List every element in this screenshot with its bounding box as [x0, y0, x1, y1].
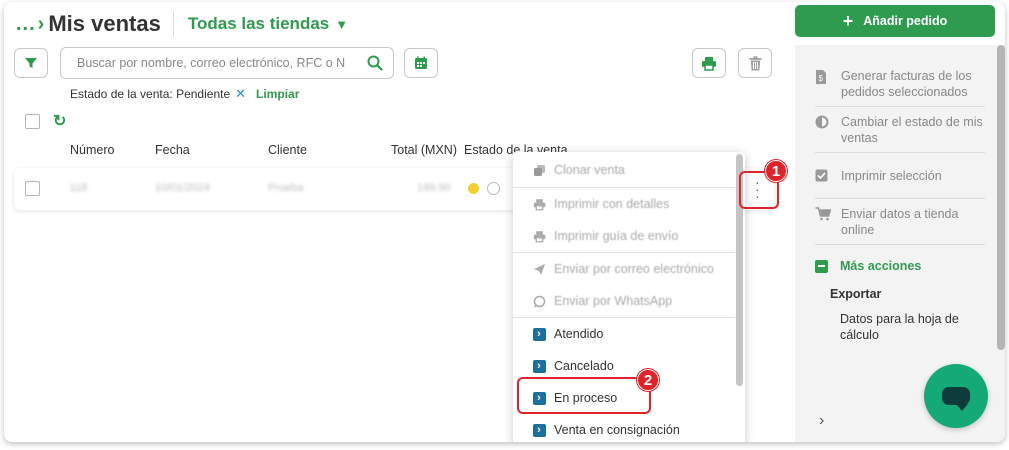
- sidebar-item-generate-invoices[interactable]: $ Generar facturas de los pedidos selecc…: [815, 68, 985, 100]
- sidebar-item-print-selection[interactable]: Imprimir selección: [815, 168, 985, 186]
- page-header: ... › Mis ventas Todas las tiendas ▼: [16, 10, 348, 38]
- menu-item-clone[interactable]: Clonar venta: [513, 154, 735, 186]
- column-header-cliente[interactable]: Cliente: [268, 143, 307, 157]
- search-box[interactable]: [60, 47, 394, 79]
- more-actions-toggle[interactable]: Más acciones: [815, 259, 921, 273]
- filter-icon: [25, 58, 37, 68]
- menu-item-print-details[interactable]: Imprimir con detalles: [513, 188, 735, 220]
- header-divider: [172, 11, 174, 37]
- invoice-icon: $: [815, 68, 831, 100]
- active-filter-label: Estado de la venta: Pendiente: [70, 87, 231, 101]
- column-header-numero[interactable]: Número: [70, 143, 114, 157]
- chevron-right-icon: ›: [532, 423, 546, 437]
- menu-item-send-whatsapp[interactable]: Enviar por WhatsApp: [513, 285, 735, 317]
- send-icon: [532, 262, 546, 276]
- sidebar-divider: [815, 244, 985, 245]
- caret-down-icon[interactable]: ▼: [335, 17, 348, 32]
- chevron-right-icon: ›: [532, 359, 546, 373]
- calendar-icon: [415, 56, 427, 69]
- remove-filter-icon[interactable]: ✕: [235, 86, 246, 102]
- clear-filters-link[interactable]: Limpiar: [256, 87, 299, 101]
- cart-icon: [815, 206, 832, 238]
- refresh-icon[interactable]: ↻: [53, 111, 66, 131]
- active-filter-bar: Estado de la venta: Pendiente ✕ Limpiar: [70, 86, 299, 102]
- store-selector[interactable]: Todas las tiendas: [188, 14, 329, 34]
- row-fecha: 10/01/2024: [155, 182, 211, 194]
- select-all-checkbox[interactable]: [25, 114, 40, 129]
- step-badge-2: 2: [637, 369, 659, 391]
- menu-item-print-shipping[interactable]: Imprimir guía de envío: [513, 220, 735, 252]
- whatsapp-icon: [532, 294, 546, 308]
- chevron-right-icon: ›: [532, 327, 546, 341]
- column-header-fecha[interactable]: Fecha: [155, 143, 190, 157]
- clone-icon: [532, 163, 546, 177]
- column-header-total[interactable]: Total (MXN): [391, 143, 457, 157]
- print-button[interactable]: [692, 48, 726, 78]
- print-icon: [702, 56, 716, 71]
- filter-button[interactable]: [14, 48, 48, 78]
- main-panel: ... › Mis ventas Todas las tiendas ▼ Est…: [4, 2, 794, 442]
- search-input[interactable]: [77, 56, 367, 70]
- search-icon[interactable]: [367, 55, 383, 71]
- highlight-en-proceso: [517, 377, 651, 414]
- page-title: Mis ventas: [48, 11, 161, 36]
- sidebar-divider: [815, 106, 985, 107]
- sidebar-item-send-online-store[interactable]: Enviar datos a tienda online: [815, 206, 985, 238]
- pending-status-dot: [468, 183, 479, 194]
- checkbox-icon: [815, 168, 831, 186]
- sidebar-item-change-status[interactable]: Cambiar el estado de mis ventas: [815, 114, 985, 146]
- sidebar-divider: [815, 152, 985, 153]
- sidebar-scrollbar[interactable]: [997, 45, 1005, 350]
- add-order-button[interactable]: + Añadir pedido: [795, 5, 995, 37]
- menu-item-status-atendido[interactable]: › Atendido: [513, 318, 735, 350]
- breadcrumb[interactable]: ...: [16, 13, 36, 36]
- more-options-icon[interactable]: · · ·: [755, 175, 760, 203]
- half-circle-icon: [815, 114, 831, 146]
- export-heading: Exportar: [830, 287, 882, 301]
- breadcrumb-chevron-icon: ›: [37, 12, 45, 35]
- row-checkbox[interactable]: [25, 181, 40, 196]
- print-icon: [532, 197, 546, 211]
- sidebar-divider: [815, 198, 985, 199]
- chevron-right-icon[interactable]: ›: [819, 412, 824, 430]
- menu-item-send-email[interactable]: Enviar por correo electrónico: [513, 253, 735, 285]
- row-cliente: Prueba: [268, 182, 304, 194]
- plus-icon: +: [842, 10, 854, 31]
- collapse-icon: [815, 259, 828, 273]
- delete-button[interactable]: [738, 48, 772, 78]
- clock-icon: [487, 182, 500, 195]
- export-spreadsheet-link[interactable]: Datos para la hoja de cálculo: [840, 311, 980, 343]
- chat-bubble-icon: [942, 387, 970, 411]
- date-filter-button[interactable]: [404, 48, 438, 78]
- row-total: 199.90: [417, 182, 451, 194]
- app-window: ... › Mis ventas Todas las tiendas ▼ Est…: [4, 2, 1005, 442]
- trash-icon: [749, 55, 761, 70]
- step-badge-1: 1: [765, 160, 787, 182]
- row-numero: 118: [70, 182, 88, 194]
- print-icon: [532, 229, 546, 243]
- svg-text:$: $: [819, 74, 824, 83]
- menu-item-status-consignacion[interactable]: › Venta en consignación: [513, 414, 735, 442]
- chat-button[interactable]: [924, 364, 988, 428]
